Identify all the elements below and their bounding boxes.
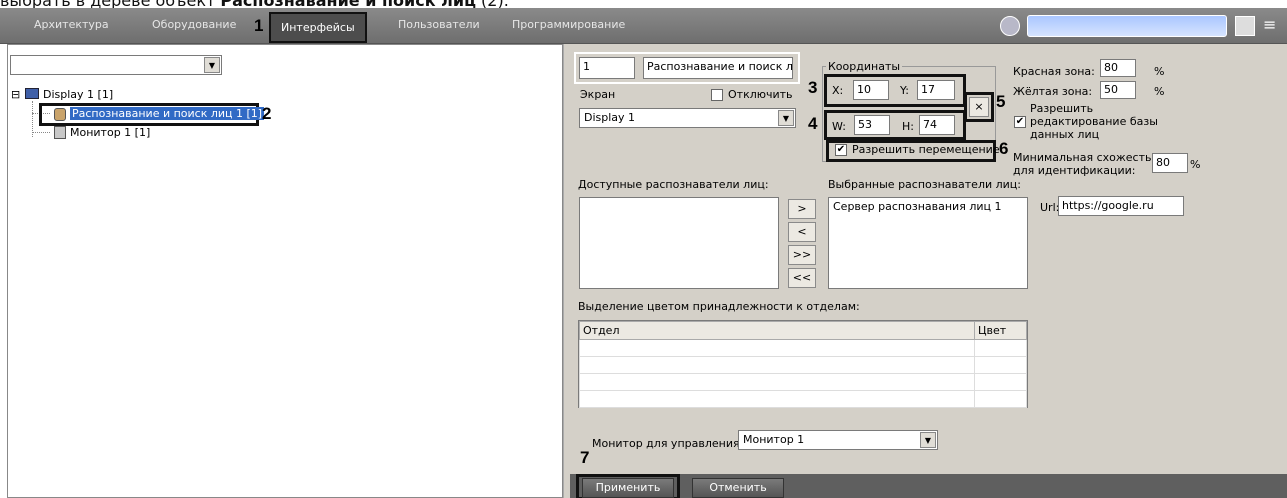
- disable-checkbox[interactable]: [711, 89, 723, 101]
- apply-button[interactable]: Применить: [582, 478, 674, 498]
- tab-interfaces[interactable]: Интерфейсы: [269, 12, 367, 43]
- search-input[interactable]: [1027, 15, 1227, 37]
- column-department[interactable]: Отдел: [579, 321, 975, 340]
- callout-6: 6: [999, 139, 1009, 158]
- allow-move-label: Разрешить перемещение: [852, 143, 1000, 156]
- screen-select[interactable]: Display 1 ▼: [579, 108, 796, 128]
- tree-filter-select[interactable]: ▼: [10, 55, 222, 75]
- tab-hardware[interactable]: Оборудование: [152, 18, 236, 31]
- tab-users[interactable]: Пользователи: [398, 18, 480, 31]
- callout-3: 3: [808, 78, 818, 97]
- object-name-field[interactable]: Распознавание и поиск лиц: [643, 57, 793, 79]
- monitor-label: Монитор для управления:: [592, 437, 744, 450]
- available-recognizers-list[interactable]: [579, 197, 779, 289]
- url-field[interactable]: https://google.ru: [1058, 196, 1184, 216]
- tab-architecture[interactable]: Архитектура: [34, 18, 109, 31]
- table-row[interactable]: [579, 373, 1027, 391]
- selected-recognizers-label: Выбранные распознаватели лиц:: [828, 178, 1021, 191]
- main-menubar: Архитектура Оборудование 1 Интерфейсы По…: [0, 8, 1287, 44]
- department-table[interactable]: Отдел Цвет: [578, 320, 1028, 408]
- settings-panel: 1 Распознавание и поиск лиц Экран Отключ…: [570, 44, 1287, 498]
- callout-2: 2: [262, 104, 272, 123]
- url-label: Url:: [1040, 201, 1060, 214]
- panel-splitter[interactable]: [563, 44, 570, 498]
- tree-expander[interactable]: ⊟: [11, 88, 20, 101]
- red-zone-label: Красная зона:: [1013, 65, 1095, 78]
- display-icon: [25, 88, 39, 99]
- h-field[interactable]: 74: [919, 115, 955, 135]
- yellow-zone-field[interactable]: 50: [1100, 81, 1136, 99]
- yellow-zone-label: Жёлтая зона:: [1013, 85, 1093, 98]
- allow-move-checkbox[interactable]: ✔: [835, 144, 847, 156]
- object-tree-panel: ▼ ⊟ Display 1 [1] Распознавание и поиск …: [7, 44, 563, 498]
- disable-label: Отключить: [728, 88, 793, 101]
- move-all-right-button[interactable]: >>: [788, 245, 816, 265]
- menu-icon[interactable]: ≡: [1263, 16, 1281, 36]
- department-color-label: Выделение цветом принадлежности к отдела…: [578, 300, 860, 313]
- object-id-field[interactable]: 1: [579, 57, 635, 79]
- gear-icon[interactable]: [1000, 16, 1020, 36]
- callout-5: 5: [996, 92, 1006, 111]
- available-recognizers-label: Доступные распознаватели лиц:: [578, 178, 769, 191]
- chevron-down-icon[interactable]: ▼: [778, 110, 794, 126]
- action-bar: Применить Отменить: [570, 474, 1287, 498]
- coordinates-title: Координаты: [826, 60, 903, 73]
- callout-1: 1: [254, 16, 264, 35]
- monitor-icon: [54, 126, 66, 139]
- y-field[interactable]: 17: [917, 80, 955, 100]
- x-field[interactable]: 10: [853, 80, 889, 100]
- table-row[interactable]: [579, 390, 1027, 408]
- callout-7: 7: [580, 448, 590, 467]
- move-right-button[interactable]: >: [788, 199, 816, 219]
- tree-item-monitor[interactable]: Монитор 1 [1]: [70, 126, 150, 139]
- monitor-select[interactable]: Монитор 1 ▼: [738, 430, 938, 450]
- move-left-button[interactable]: <: [788, 222, 816, 242]
- callout-4: 4: [808, 114, 818, 133]
- move-all-left-button[interactable]: <<: [788, 268, 816, 288]
- column-color[interactable]: Цвет: [974, 321, 1027, 340]
- grid-view-icon[interactable]: [1235, 16, 1255, 36]
- tab-programming[interactable]: Программирование: [512, 18, 625, 31]
- tree-item-display[interactable]: Display 1 [1]: [43, 88, 113, 101]
- tree-item-face-recognition[interactable]: Распознавание и поиск лиц 1 [1]: [70, 107, 265, 120]
- list-item[interactable]: Сервер распознавания лиц 1: [833, 200, 1023, 213]
- chevron-down-icon[interactable]: ▼: [204, 57, 220, 73]
- selected-recognizers-list[interactable]: Сервер распознавания лиц 1: [828, 197, 1028, 289]
- cancel-button[interactable]: Отменить: [692, 478, 784, 498]
- red-zone-field[interactable]: 80: [1100, 59, 1136, 77]
- table-row[interactable]: [579, 356, 1027, 374]
- screen-label: Экран: [580, 88, 616, 101]
- face-icon: [54, 108, 66, 121]
- w-field[interactable]: 53: [854, 115, 890, 135]
- allow-edit-checkbox[interactable]: ✔: [1014, 116, 1026, 128]
- min-similarity-field[interactable]: 80: [1152, 153, 1188, 173]
- chevron-down-icon[interactable]: ▼: [920, 432, 936, 448]
- table-row[interactable]: [579, 339, 1027, 357]
- close-icon[interactable]: ×: [969, 97, 989, 117]
